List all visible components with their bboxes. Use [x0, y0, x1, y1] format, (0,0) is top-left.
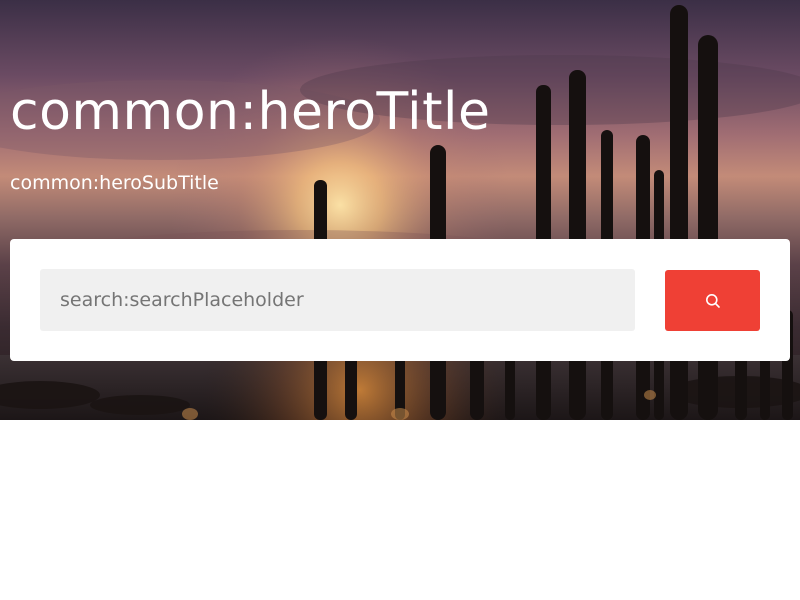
search-button[interactable]: [665, 270, 760, 331]
search-input[interactable]: [40, 269, 635, 331]
page-content-area: [0, 420, 800, 600]
hero-subtitle: common:heroSubTitle: [10, 172, 219, 194]
hero-title: common:heroTitle: [10, 82, 491, 142]
search-card: [10, 239, 790, 361]
hero-section: common:heroTitle common:heroSubTitle: [0, 0, 800, 420]
search-icon: [705, 293, 721, 309]
